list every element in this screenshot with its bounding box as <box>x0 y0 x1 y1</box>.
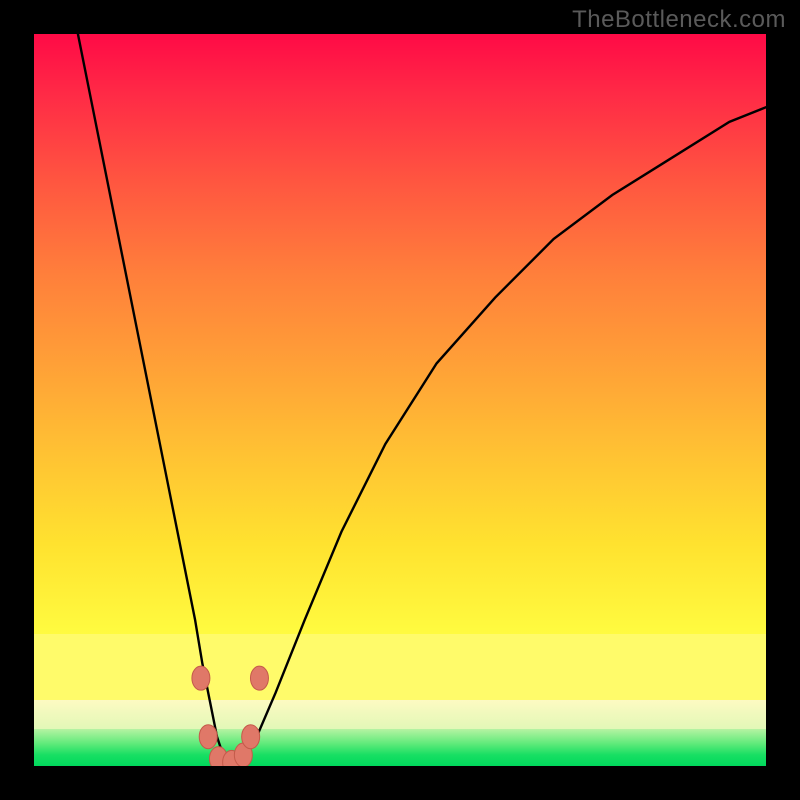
bottleneck-curve <box>78 34 766 766</box>
curve-marker <box>199 725 217 749</box>
curve-marker <box>250 666 268 690</box>
curve-marker <box>242 725 260 749</box>
plot-area <box>34 34 766 766</box>
watermark-text: TheBottleneck.com <box>572 6 786 34</box>
curve-markers <box>192 666 269 766</box>
chart-frame: TheBottleneck.com <box>0 0 800 800</box>
curve-marker <box>192 666 210 690</box>
curve-layer <box>34 34 766 766</box>
